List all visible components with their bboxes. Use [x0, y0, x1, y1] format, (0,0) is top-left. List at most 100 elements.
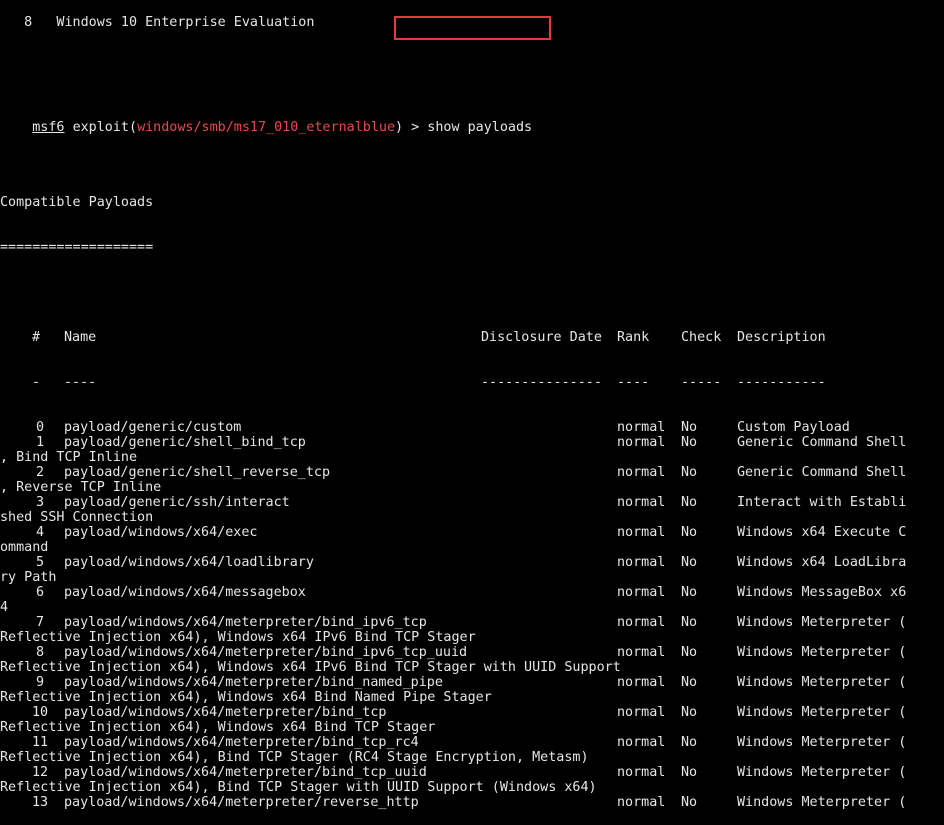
row-rank: normal — [617, 495, 666, 510]
table-row-wrap: ommand — [0, 540, 49, 555]
header-rank: Rank — [617, 330, 650, 345]
dashes-num: - — [32, 375, 41, 390]
row-rank: normal — [617, 435, 666, 450]
table-row: 9 payload/windows/x64/meterpreter/bind_na… — [0, 675, 944, 690]
row-num: 7 — [36, 615, 45, 630]
row-check: No — [681, 735, 698, 750]
row-rank: normal — [617, 765, 666, 780]
table-row-wrap: Reflective Injection x64), Windows x64 B… — [0, 720, 436, 735]
row-check: No — [681, 495, 698, 510]
row-name: payload/windows/x64/meterpreter/bind_ipv… — [64, 615, 427, 630]
section-title: Compatible Payloads — [0, 195, 154, 210]
table-row: 4 payload/windows/x64/exec normal No Windows… — [0, 525, 944, 540]
terminal-window[interactable]: 8 Windows 10 Enterprise Evaluation msf6 … — [0, 0, 944, 825]
row-check: No — [681, 645, 698, 660]
prompt-module: windows/smb/ms17_010_eternalblue — [137, 120, 396, 135]
row-rank: normal — [617, 795, 666, 810]
row-check: No — [681, 525, 698, 540]
dashes-name: ---- — [64, 375, 97, 390]
row-num: 8 — [36, 645, 45, 660]
row-rank: normal — [617, 465, 666, 480]
row-rank: normal — [617, 705, 666, 720]
header-desc: Description — [737, 330, 826, 345]
row-num: 6 — [36, 585, 45, 600]
row-name: payload/windows/x64/meterpreter/bind_nam… — [64, 675, 443, 690]
prompt-symbol: > — [411, 120, 420, 135]
row-check: No — [681, 555, 698, 570]
row-num: 5 — [36, 555, 45, 570]
prompt-open-paren: ( — [129, 120, 138, 135]
row-rank: normal — [617, 525, 666, 540]
row-name: payload/generic/shell_bind_tcp — [64, 435, 306, 450]
row-rank: normal — [617, 555, 666, 570]
table-row: 5 payload/windows/x64/loadlibrary normal No… — [0, 555, 944, 570]
table-row: 2 payload/generic/shell_reverse_tcp normal… — [0, 465, 944, 480]
row-name: payload/windows/x64/exec — [64, 525, 258, 540]
table-row-wrap: Reflective Injection x64), Windows x64 I… — [0, 660, 621, 675]
header-num: # — [32, 330, 41, 345]
row-rank: normal — [617, 420, 666, 435]
row-desc: Custom Payload — [737, 420, 850, 435]
prompt-app: msf6 — [32, 120, 65, 135]
row-desc: Windows Meterpreter ( — [737, 705, 907, 720]
prior-output-line: 8 Windows 10 Enterprise Evaluation — [0, 15, 315, 30]
section-rule: =================== — [0, 240, 154, 255]
row-check: No — [681, 765, 698, 780]
dashes-check: ----- — [681, 375, 722, 390]
row-desc: Generic Command Shell — [737, 435, 907, 450]
row-name: payload/generic/ssh/interact — [64, 495, 290, 510]
row-check: No — [681, 465, 698, 480]
row-check: No — [681, 435, 698, 450]
row-name: payload/windows/x64/meterpreter/bind_tcp… — [64, 735, 419, 750]
row-rank: normal — [617, 675, 666, 690]
row-name: payload/windows/x64/meterpreter/bind_ipv… — [64, 645, 468, 660]
row-num: 1 — [36, 435, 45, 450]
row-desc: Windows MessageBox x6 — [737, 585, 907, 600]
row-check: No — [681, 675, 698, 690]
row-check: No — [681, 585, 698, 600]
table-row-wrap: ry Path — [0, 570, 57, 585]
header-date: Disclosure Date — [481, 330, 602, 345]
row-num: 11 — [32, 735, 49, 750]
row-desc: Windows Meterpreter ( — [737, 615, 907, 630]
row-desc: Windows Meterpreter ( — [737, 765, 907, 780]
table-row-wrap: Reflective Injection x64), Bind TCP Stag… — [0, 750, 589, 765]
table-row: 13 payload/windows/x64/meterpreter/revers… — [0, 795, 944, 810]
row-name: payload/generic/custom — [64, 420, 242, 435]
table-row: 7 payload/windows/x64/meterpreter/bind_ip… — [0, 615, 944, 630]
row-rank: normal — [617, 585, 666, 600]
table-row: 3 payload/generic/ssh/interact normal No Int… — [0, 495, 944, 510]
dashes-desc: ----------- — [737, 375, 826, 390]
row-rank: normal — [617, 735, 666, 750]
row-desc: Interact with Establi — [737, 495, 907, 510]
row-name: payload/generic/shell_reverse_tcp — [64, 465, 331, 480]
table-row-wrap: Reflective Injection x64), Windows x64 B… — [0, 690, 492, 705]
table-row-wrap: Reflective Injection x64), Windows x64 I… — [0, 630, 476, 645]
table-row: 6 payload/windows/x64/messagebox normal No W… — [0, 585, 944, 600]
table-row: 8 payload/windows/x64/meterpreter/bind_ip… — [0, 645, 944, 660]
row-desc: Generic Command Shell — [737, 465, 907, 480]
table-row: 10 payload/windows/x64/meterpreter/bind_t… — [0, 705, 944, 720]
table-row-wrap: , Reverse TCP Inline — [0, 480, 162, 495]
table-row: 0 payload/generic/custom normal No Custom Pa… — [0, 420, 944, 435]
table-row: 12 payload/windows/x64/meterpreter/bind_t… — [0, 765, 944, 780]
row-desc: Windows Meterpreter ( — [737, 675, 907, 690]
row-name: payload/windows/x64/messagebox — [64, 585, 306, 600]
table-row-wrap: Reflective Injection x64), Bind TCP Stag… — [0, 780, 597, 795]
row-desc: Windows x64 LoadLibra — [737, 555, 907, 570]
row-num: 13 — [32, 795, 49, 810]
table-row: 11 payload/windows/x64/meterpreter/bind_t… — [0, 735, 944, 750]
row-check: No — [681, 795, 698, 810]
prompt-word: exploit — [72, 120, 129, 135]
row-num: 0 — [36, 420, 45, 435]
row-rank: normal — [617, 645, 666, 660]
payload-table: 0 payload/generic/custom normal No Custom Pa… — [0, 420, 944, 810]
row-desc: Windows Meterpreter ( — [737, 735, 907, 750]
row-num: 3 — [36, 495, 45, 510]
header-check: Check — [681, 330, 722, 345]
row-name: payload/windows/x64/meterpreter/reverse_… — [64, 795, 419, 810]
command-input[interactable]: show payloads — [427, 120, 532, 135]
